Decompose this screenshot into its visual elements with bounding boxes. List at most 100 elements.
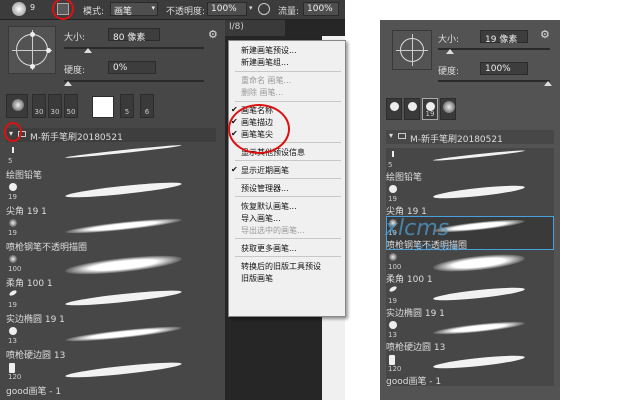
menu-item[interactable]: 新建画笔组...	[229, 57, 345, 69]
recent-tip-3[interactable]	[440, 98, 456, 120]
menu-item: 删除 画笔...	[229, 87, 345, 99]
opacity-label: 不透明度:	[166, 7, 206, 17]
brush-size-number: 13	[8, 337, 17, 345]
recent-tip-0[interactable]	[386, 98, 402, 120]
size-value: 80 像素	[113, 33, 146, 43]
angle-handle-right[interactable]	[46, 48, 51, 53]
brush-list-item[interactable]: 13 喷枪硬边圆 13	[386, 318, 554, 353]
brush-tool-icon[interactable]	[12, 2, 26, 16]
brush-list-item[interactable]: 100 柔角 100 1	[6, 251, 218, 289]
hardness-slider[interactable]	[64, 80, 204, 82]
brush-list-item[interactable]: 120 good画笔 - 1	[6, 359, 218, 397]
brush-stroke-preview	[65, 215, 183, 237]
size-field[interactable]: 80 像素	[108, 28, 160, 43]
recent-tip-3[interactable]: 50	[64, 94, 78, 118]
brush-angle-preview-right[interactable]	[392, 30, 432, 70]
chevron-down-icon[interactable]: ▾	[389, 131, 393, 140]
menu-item[interactable]: 转换后的旧版工具预设	[229, 261, 345, 273]
size-field[interactable]: 19 像素	[480, 30, 528, 45]
hardness-slider-handle[interactable]	[64, 81, 72, 86]
brush-tip-thumbnail	[9, 183, 17, 191]
recent-tip-1[interactable]	[404, 98, 420, 120]
brush-stroke-preview	[432, 251, 526, 275]
menu-item[interactable]: 新建画笔预设...	[229, 45, 345, 57]
brush-list-item[interactable]: 19 实边椭圆 19 1	[386, 284, 554, 319]
recent-tip-4[interactable]	[92, 96, 114, 118]
menu-item[interactable]: ✔ 显示近期画笔	[229, 165, 345, 177]
brush-stroke-preview	[432, 353, 526, 371]
menu-separator	[235, 196, 341, 197]
hardness-slider-handle[interactable]	[544, 81, 552, 86]
panel-settings-gear-icon[interactable]: ⚙	[208, 28, 218, 41]
brush-picker-dropdown[interactable]: 9	[30, 3, 40, 15]
menu-item-label: 导出选中的画笔...	[241, 226, 305, 235]
brush-list-item[interactable]: 120 good画笔 - 1	[386, 352, 554, 387]
brush-tip-thumbnail	[389, 185, 397, 193]
menu-item[interactable]: 恢复默认画笔...	[229, 201, 345, 213]
brush-size-badge: 9	[30, 3, 36, 12]
angle-handle-top[interactable]	[30, 32, 35, 37]
recent-tip-2[interactable]: 30	[48, 94, 62, 118]
pressure-opacity-icon[interactable]	[258, 3, 270, 15]
watermark: xlcms	[385, 216, 450, 241]
flow-field[interactable]: 100%	[303, 2, 339, 16]
size-slider-handle[interactable]	[446, 49, 454, 54]
menu-separator	[235, 256, 341, 257]
brush-list-item[interactable]: 19 尖角 19 1	[6, 179, 218, 217]
brush-tip-thumbnail	[389, 253, 397, 261]
opacity-dropdown-icon[interactable]: ▾	[249, 4, 253, 12]
menu-item[interactable]: 预设管理器...	[229, 183, 345, 195]
brush-tip-thumbnail	[9, 363, 15, 373]
brush-list-item[interactable]: 5 绘图铅笔	[386, 148, 554, 183]
opacity-field[interactable]: 100%	[207, 2, 247, 16]
hardness-field[interactable]: 0%	[108, 61, 156, 74]
size-slider[interactable]	[438, 48, 550, 50]
panel-settings-gear-icon[interactable]: ⚙	[540, 28, 550, 41]
brush-stroke-preview	[64, 251, 183, 279]
chevron-down-icon: ▾	[151, 4, 155, 12]
menu-item[interactable]: 获取更多画笔...	[229, 243, 345, 255]
brush-angle-preview[interactable]	[8, 26, 56, 74]
size-label: 大小:	[438, 35, 460, 45]
hardness-slider[interactable]	[438, 80, 550, 82]
menu-item[interactable]: 导入画笔...	[229, 213, 345, 225]
brush-group-row[interactable]: ▾ M-新手笔刷20180521	[6, 128, 216, 143]
document-tab[interactable]: I/8)	[225, 20, 285, 36]
recent-tip-6[interactable]: 6	[140, 94, 154, 118]
highlight-circle-menu	[228, 104, 290, 154]
size-value: 19 像素	[485, 35, 518, 45]
menu-item-label: 恢复默认画笔...	[241, 202, 297, 211]
brush-stroke-preview	[65, 287, 183, 309]
brush-list-item[interactable]: 19 喷枪钢笔不透明描圈	[6, 215, 218, 253]
recent-tip-5[interactable]: 5	[120, 94, 134, 118]
brush-list-item[interactable]: 13 喷枪硬边圆 13	[6, 323, 218, 361]
mode-select[interactable]: 画笔 ▾	[110, 2, 158, 17]
brush-stroke-preview	[65, 179, 183, 201]
brush-stroke-preview	[433, 149, 526, 162]
menu-item-label: 删除 画笔...	[241, 88, 284, 97]
brush-list-item[interactable]: 100 柔角 100 1	[386, 250, 554, 285]
brush-tip-thumbnail	[8, 289, 18, 297]
angle-handle-bottom[interactable]	[30, 64, 35, 69]
brush-list-item[interactable]: 5 绘图铅笔	[6, 143, 218, 181]
recent-tip-num: 5	[124, 108, 130, 116]
brush-list-item[interactable]: 19 实边椭圆 19 1	[6, 287, 218, 325]
brush-tip-thumbnail	[9, 219, 17, 227]
recent-tip-1[interactable]: 30	[32, 94, 46, 118]
menu-item-label: 重命名 画笔...	[241, 76, 292, 85]
recent-tip-num: 6	[144, 108, 150, 116]
menu-item[interactable]: 旧版画笔	[229, 273, 345, 285]
hardness-field[interactable]: 100%	[480, 62, 528, 75]
menu-item-label: 获取更多画笔...	[241, 244, 297, 253]
size-slider-handle[interactable]	[84, 48, 92, 53]
brush-size-number: 5	[8, 157, 13, 165]
brush-group-row[interactable]: ▾ M-新手笔刷20180521	[386, 130, 554, 145]
recent-tip-0[interactable]	[6, 94, 28, 118]
brush-stroke-preview	[432, 183, 526, 201]
folder-icon	[398, 133, 406, 139]
menu-item: 导出选中的画笔...	[229, 225, 345, 237]
recent-tip-2[interactable]: 19	[422, 98, 438, 120]
options-bar: 9 模式: 画笔 ▾ 不透明度: 100% ▾ 流量: 100%	[0, 0, 345, 20]
brush-size-number: 5	[388, 161, 393, 169]
brush-list-item[interactable]: 19 尖角 19 1	[386, 182, 554, 217]
